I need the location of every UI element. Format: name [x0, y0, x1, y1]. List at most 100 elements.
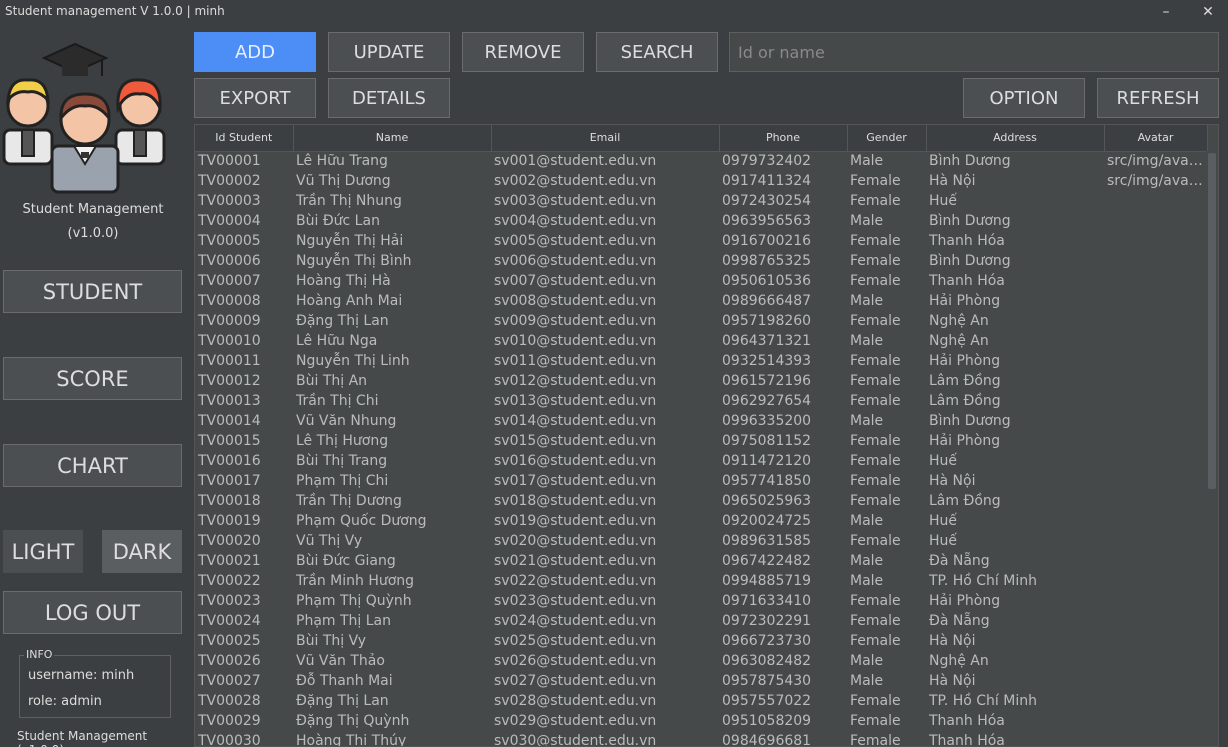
- cell-id: TV00029: [198, 713, 261, 729]
- close-button[interactable]: ✕: [1196, 2, 1220, 22]
- column-header-name[interactable]: Name: [293, 125, 492, 152]
- remove-button[interactable]: REMOVE: [462, 32, 584, 72]
- table-row[interactable]: TV00001 Lê Hữu Trang sv001@student.edu.vn 0…: [195, 151, 1207, 171]
- table-row[interactable]: TV00026 Vũ Văn Thảo sv026@student.edu.vn 09…: [195, 651, 1207, 671]
- dark-theme-button[interactable]: DARK: [102, 530, 182, 573]
- cell-phone: 0972302291: [722, 613, 812, 629]
- table-row[interactable]: TV00016 Bùi Thị Trang sv016@student.edu.vn…: [195, 451, 1207, 471]
- cell-email: sv012@student.edu.vn: [494, 373, 657, 389]
- cell-phone: 0957875430: [722, 673, 812, 689]
- vertical-scrollbar[interactable]: [1206, 151, 1218, 746]
- table-row[interactable]: TV00003 Trần Thị Nhung sv003@student.edu.v…: [195, 191, 1207, 211]
- table-row[interactable]: TV00012 Bùi Thị An sv012@student.edu.vn 096…: [195, 371, 1207, 391]
- table-row[interactable]: TV00025 Bùi Thị Vy sv025@student.edu.vn 096…: [195, 631, 1207, 651]
- table-row[interactable]: TV00013 Trần Thị Chi sv013@student.edu.vn 0…: [195, 391, 1207, 411]
- table-row[interactable]: TV00028 Đặng Thị Lan sv028@student.edu.vn 0…: [195, 691, 1207, 711]
- cell-gender: Male: [850, 413, 884, 429]
- logout-button[interactable]: LOG OUT: [3, 591, 182, 634]
- cell-phone: 0966723730: [722, 633, 812, 649]
- cell-gender: Female: [850, 633, 901, 649]
- cell-gender: Female: [850, 493, 901, 509]
- column-header-phone[interactable]: Phone: [719, 125, 848, 152]
- table-row[interactable]: TV00011 Nguyễn Thị Linh sv011@student.edu.…: [195, 351, 1207, 371]
- table-row[interactable]: TV00015 Lê Thị Hương sv015@student.edu.vn 0…: [195, 431, 1207, 451]
- cell-id: TV00012: [198, 373, 261, 389]
- cell-phone: 0975081152: [722, 433, 812, 449]
- table-row[interactable]: TV00014 Vũ Văn Nhung sv014@student.edu.vn 0…: [195, 411, 1207, 431]
- cell-email: sv025@student.edu.vn: [494, 633, 657, 649]
- cell-phone: 0989631585: [722, 533, 812, 549]
- table-row[interactable]: TV00005 Nguyễn Thị Hải sv005@student.edu.v…: [195, 231, 1207, 251]
- minimize-button[interactable]: –: [1154, 2, 1178, 22]
- table-row[interactable]: TV00023 Phạm Thị Quỳnh sv023@student.edu.v…: [195, 591, 1207, 611]
- table-row[interactable]: TV00022 Trần Minh Hương sv022@student.edu.…: [195, 571, 1207, 591]
- cell-avatar: [1104, 531, 1207, 551]
- nav-chart-button[interactable]: CHART: [3, 444, 182, 487]
- cell-avatar: [1104, 491, 1207, 511]
- details-button[interactable]: DETAILS: [328, 78, 450, 118]
- scrollbar-thumb[interactable]: [1208, 153, 1216, 489]
- search-input[interactable]: [729, 32, 1219, 72]
- cell-address: Huế: [929, 453, 958, 469]
- table-row[interactable]: TV00017 Phạm Thị Chi sv017@student.edu.vn 0…: [195, 471, 1207, 491]
- cell-email: sv002@student.edu.vn: [494, 173, 657, 189]
- cell-address: Lâm Đồng: [929, 393, 1001, 409]
- table-row[interactable]: TV00009 Đặng Thị Lan sv009@student.edu.vn 0…: [195, 311, 1207, 331]
- export-button[interactable]: EXPORT: [194, 78, 316, 118]
- cell-gender: Female: [850, 693, 901, 709]
- table-row[interactable]: TV00024 Phạm Thị Lan sv024@student.edu.vn 0…: [195, 611, 1207, 631]
- refresh-button[interactable]: REFRESH: [1097, 78, 1219, 118]
- cell-gender: Female: [850, 593, 901, 609]
- table-row[interactable]: TV00030 Hoàng Thị Thúy sv030@student.edu.v…: [195, 731, 1207, 746]
- cell-phone: 0989666487: [722, 293, 812, 309]
- table-row[interactable]: TV00007 Hoàng Thị Hà sv007@student.edu.vn 0…: [195, 271, 1207, 291]
- column-header-gender[interactable]: Gender: [847, 125, 927, 152]
- table-row[interactable]: TV00002 Vũ Thị Dương sv002@student.edu.vn 0…: [195, 171, 1207, 191]
- cell-name: Vũ Thị Vy: [296, 533, 363, 549]
- column-header-email[interactable]: Email: [491, 125, 720, 152]
- cell-name: Đỗ Thanh Mai: [296, 673, 393, 689]
- table-row[interactable]: TV00008 Hoàng Anh Mai sv008@student.edu.vn…: [195, 291, 1207, 311]
- cell-email: sv006@student.edu.vn: [494, 253, 657, 269]
- nav-score-button[interactable]: SCORE: [3, 357, 182, 400]
- table-row[interactable]: TV00021 Bùi Đức Giang sv021@student.edu.vn…: [195, 551, 1207, 571]
- cell-gender: Male: [850, 673, 884, 689]
- cell-address: Lâm Đồng: [929, 373, 1001, 389]
- column-header-id[interactable]: Id Student: [195, 125, 294, 152]
- table-row[interactable]: TV00019 Phạm Quốc Dương sv019@student.edu.…: [195, 511, 1207, 531]
- cell-phone: 0994885719: [722, 573, 812, 589]
- table-row[interactable]: TV00020 Vũ Thị Vy sv020@student.edu.vn 0989…: [195, 531, 1207, 551]
- nav-student-button[interactable]: STUDENT: [3, 270, 182, 313]
- table-row[interactable]: TV00027 Đỗ Thanh Mai sv027@student.edu.vn 0…: [195, 671, 1207, 691]
- cell-email: sv001@student.edu.vn: [494, 153, 657, 170]
- cell-id: TV00023: [198, 593, 261, 609]
- option-button[interactable]: OPTION: [963, 78, 1085, 118]
- cell-name: Bùi Đức Lan: [296, 213, 380, 229]
- cell-id: TV00001: [198, 153, 261, 170]
- cell-avatar: [1104, 451, 1207, 471]
- cell-address: Hà Nội: [929, 173, 976, 189]
- search-button[interactable]: SEARCH: [596, 32, 718, 72]
- cell-id: TV00004: [198, 213, 261, 229]
- cell-id: TV00026: [198, 653, 261, 669]
- table-row[interactable]: TV00018 Trần Thị Dương sv018@student.edu.v…: [195, 491, 1207, 511]
- cell-address: Đà Nẵng: [929, 553, 990, 569]
- light-theme-button[interactable]: LIGHT: [3, 530, 83, 573]
- add-button[interactable]: ADD: [194, 32, 316, 72]
- cell-id: TV00024: [198, 613, 261, 629]
- cell-email: sv028@student.edu.vn: [494, 693, 657, 709]
- cell-phone: 0962927654: [722, 393, 812, 409]
- table-row[interactable]: TV00029 Đặng Thị Quỳnh sv029@student.edu.v…: [195, 711, 1207, 731]
- update-button[interactable]: UPDATE: [328, 32, 450, 72]
- table-row[interactable]: TV00010 Lê Hữu Nga sv010@student.edu.vn 096…: [195, 331, 1207, 351]
- column-header-address[interactable]: Address: [926, 125, 1105, 152]
- column-header-avatar[interactable]: Avatar: [1104, 125, 1208, 152]
- table-row[interactable]: TV00006 Nguyễn Thị Bình sv006@student.edu.…: [195, 251, 1207, 271]
- cell-avatar: src/img/avatar.png: [1107, 153, 1207, 170]
- cell-avatar: [1104, 671, 1207, 691]
- cell-email: sv018@student.edu.vn: [494, 493, 657, 509]
- cell-email: sv014@student.edu.vn: [494, 413, 657, 429]
- cell-name: Nguyễn Thị Hải: [296, 233, 404, 249]
- student-table[interactable]: Id Student Name Email Phone Gender Addre…: [194, 124, 1219, 747]
- table-row[interactable]: TV00004 Bùi Đức Lan sv004@student.edu.vn 09…: [195, 211, 1207, 231]
